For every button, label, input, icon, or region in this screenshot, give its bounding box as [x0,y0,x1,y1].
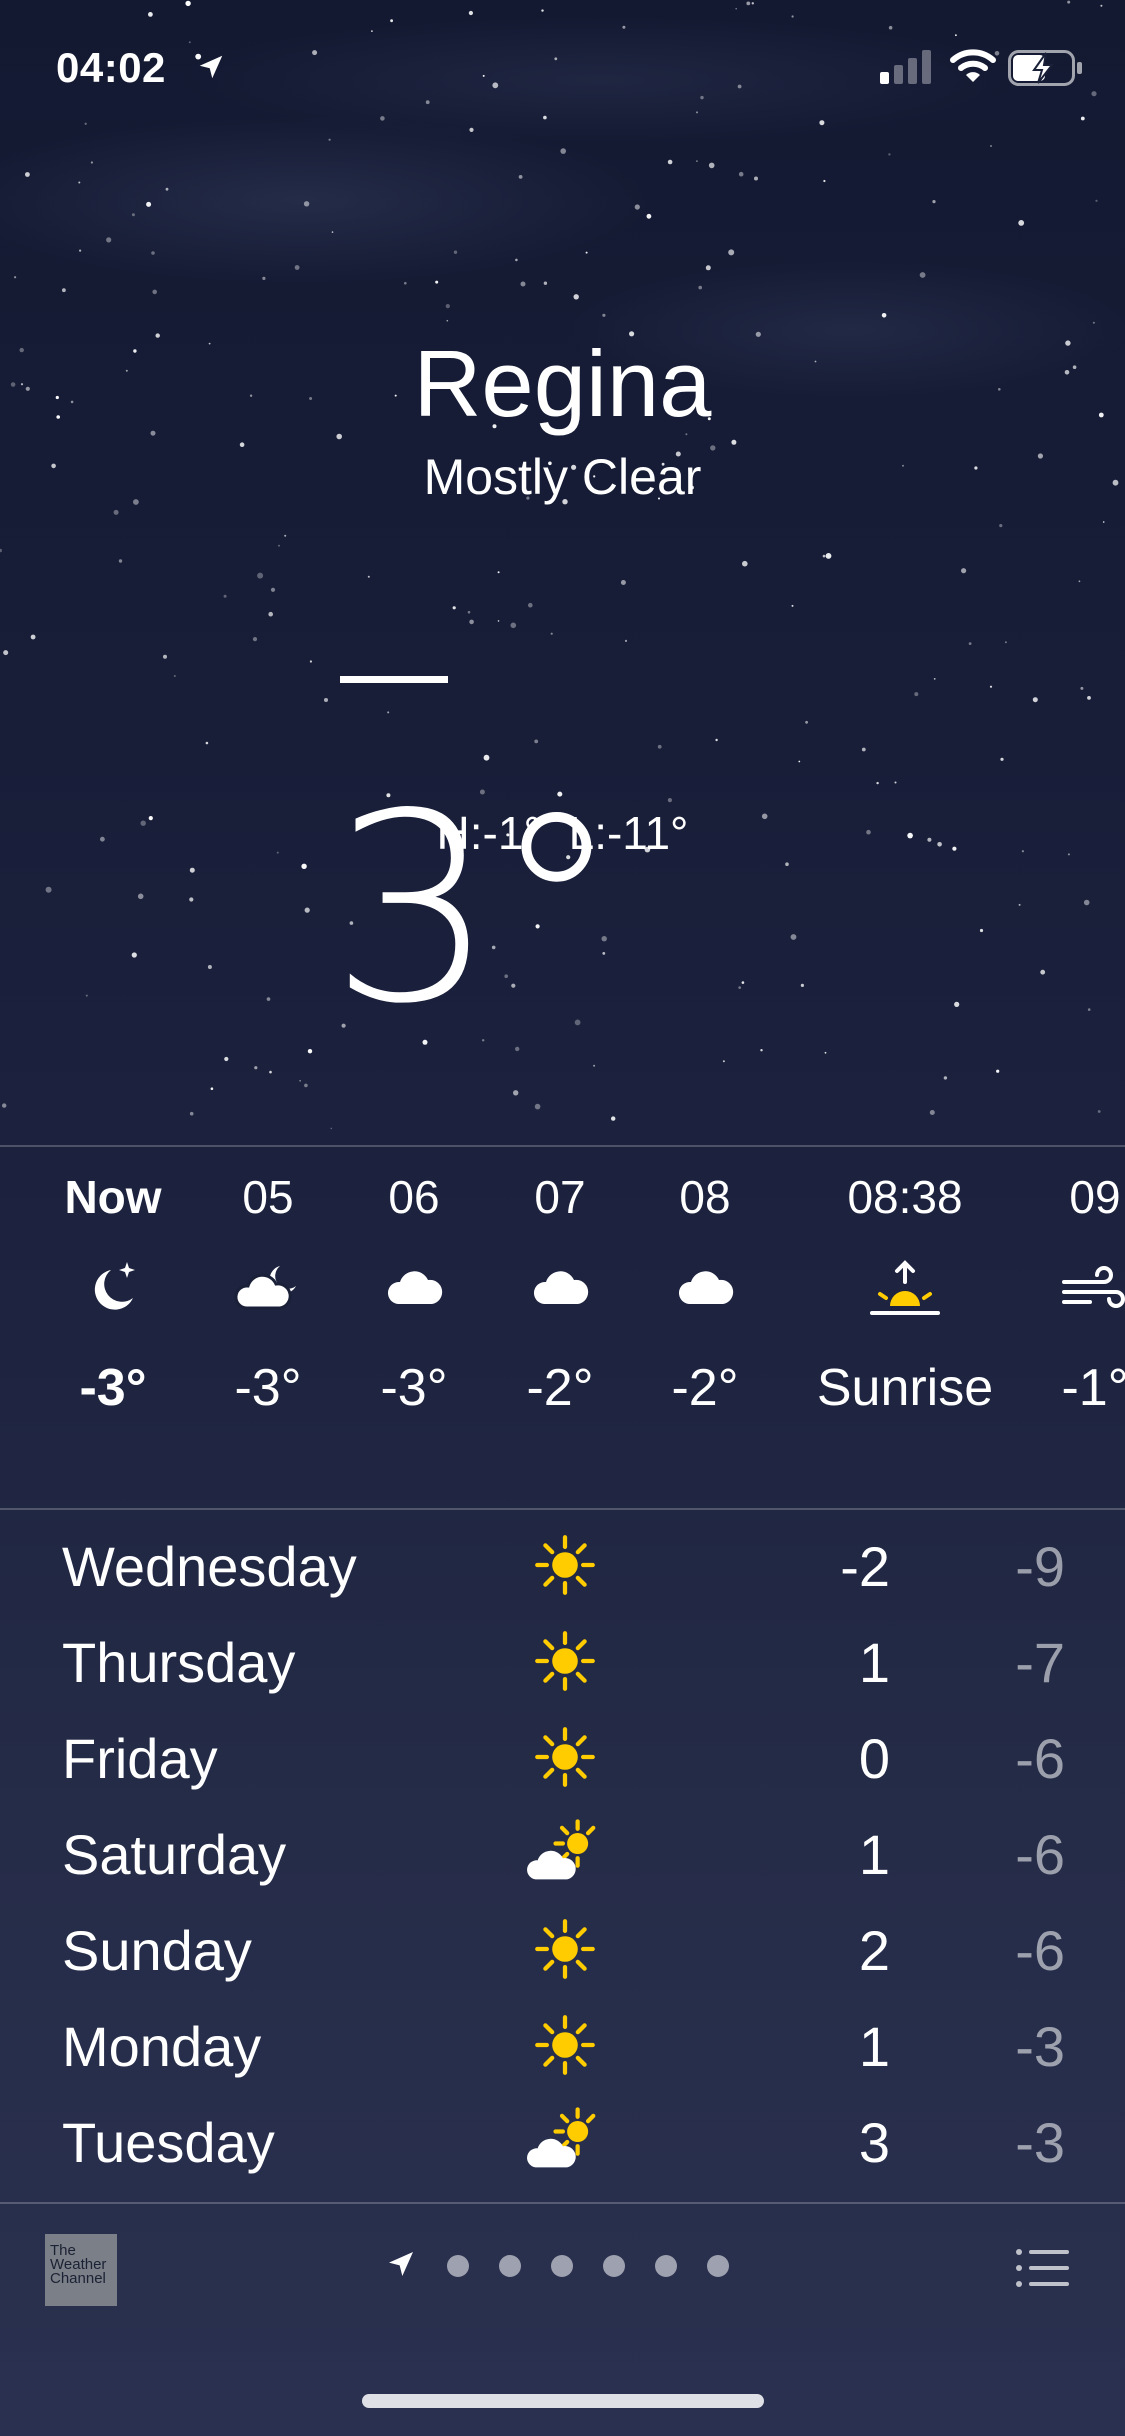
day-name: Wednesday [62,1535,357,1598]
battery-charging-icon [1008,50,1084,91]
page-dot[interactable] [655,2255,677,2277]
hourly-time: 08 [679,1171,731,1223]
hourly-bottom-divider [0,1508,1125,1510]
daily-forecast[interactable]: Wednesday -2 -9 Thursday 1 -7 Friday 0 -… [0,1516,1125,2188]
day-name: Monday [62,2015,262,2078]
daily-row: Friday 0 -6 [0,1708,1125,1804]
day-name: Thursday [62,1631,296,1694]
sun-icon [520,2010,610,2080]
sun-icon [520,1626,610,1696]
sun-icon [520,1722,610,1792]
hourly-temperature: -2° [671,1359,739,1417]
daily-row: Sunday 2 -6 [0,1900,1125,1996]
page-dot[interactable] [603,2255,625,2277]
page-indicator[interactable] [385,2246,729,2286]
sun-icon [520,1914,610,1984]
day-low-temperature: -3 [1015,2015,1065,2078]
hourly-time: 08:38 [847,1171,963,1223]
status-bar: 04:02 [0,0,1125,140]
hourly-forecast[interactable]: Now -3° 05 -3° 06 -3° 07 -2° 08 -2° 08:38 Sunris… [0,1148,1125,1508]
daily-row: Wednesday -2 -9 [0,1516,1125,1612]
hourly-time: 09 [1069,1171,1121,1223]
daily-row: Saturday 1 -6 [0,1804,1125,1900]
sunrise-icon [795,1258,1015,1318]
current-condition: Mostly Clear [423,449,702,505]
day-name: Saturday [62,1823,287,1886]
page-dot[interactable] [447,2255,469,2277]
cloud-icon [595,1258,815,1318]
day-high-temperature: 2 [858,1919,890,1982]
day-name: Sunday [62,1919,252,1982]
city-name: Regina [413,331,712,436]
page-dot[interactable] [551,2255,573,2277]
wind-icon [985,1258,1125,1318]
day-high-temperature: 1 [858,1631,890,1694]
day-high-temperature: 1 [858,2015,890,2078]
hourly-top-divider [0,1145,1125,1147]
toolbar-divider [0,2202,1125,2204]
daily-row: Tuesday 3 -3 [0,2092,1125,2188]
day-low-temperature: -6 [1015,1823,1065,1886]
cellular-signal-icon [880,50,938,89]
partly-cloudy-icon [520,1818,610,1888]
hourly-temperature: Sunrise [816,1359,994,1417]
day-low-temperature: -9 [1015,1535,1065,1598]
day-name: Tuesday [62,2111,275,2174]
day-low-temperature: -3 [1015,2111,1065,2174]
page-dot[interactable] [499,2255,521,2277]
day-high-temperature: -2 [840,1535,890,1598]
day-name: Friday [62,1727,218,1790]
location-arrow-icon [385,2248,417,2285]
list-icon[interactable] [1015,2248,1071,2293]
weather-channel-logo[interactable]: The Weather Channel [45,2234,117,2306]
temperature-value: 3° [330,759,621,1061]
wifi-icon [950,48,996,89]
day-high-temperature: 1 [858,1823,890,1886]
current-temperature: − 3° [330,520,730,1040]
status-time: 04:02 [56,44,166,91]
daily-row: Thursday 1 -7 [0,1612,1125,1708]
day-high-temperature: 3 [858,2111,890,2174]
home-indicator[interactable] [362,2394,764,2408]
daily-row: Monday 1 -3 [0,1996,1125,2092]
day-low-temperature: -7 [1015,1631,1065,1694]
hourly-item: 08 -2° [595,1148,815,1418]
sun-icon [520,1530,610,1600]
page-dot[interactable] [707,2255,729,2277]
day-low-temperature: -6 [1015,1919,1065,1982]
location-arrow-icon [196,52,226,87]
hourly-item: 08:38 Sunrise [795,1148,1015,1418]
hourly-temperature: -1° [1061,1359,1125,1417]
temperature-minus-sign [340,676,448,683]
high-low-temperature: H:-1° L:-11° [436,807,689,859]
day-high-temperature: 0 [858,1727,890,1790]
partly-cloudy-icon [520,2106,610,2176]
day-low-temperature: -6 [1015,1727,1065,1790]
hourly-item: 09 -1° [985,1148,1125,1418]
